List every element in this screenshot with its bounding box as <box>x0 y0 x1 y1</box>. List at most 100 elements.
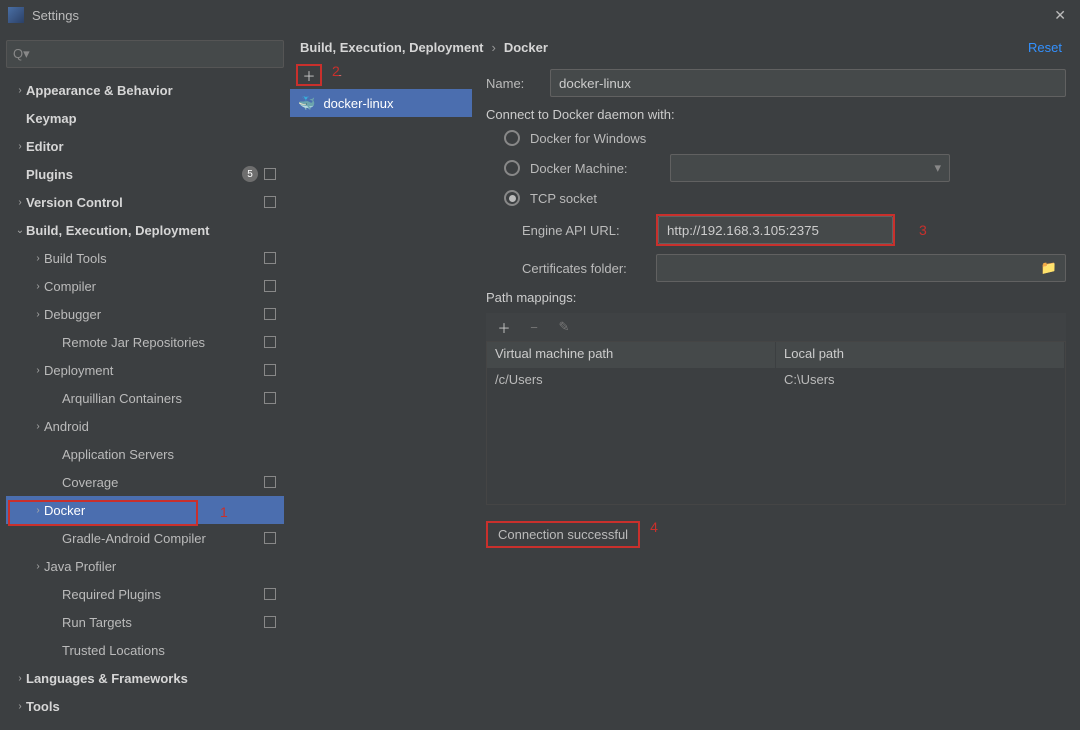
tree-item-editor[interactable]: ›Editor <box>6 132 284 160</box>
tree-item-label: Appearance & Behavior <box>26 83 276 98</box>
splitter: ＋ − 2 🐳 docker-linux Name: Connect to Do… <box>290 61 1080 730</box>
path-mappings-toolbar: ＋ − ✎ <box>486 313 1066 341</box>
path-mappings-label: Path mappings: <box>486 290 1066 305</box>
tree-item-build-execution-deployment[interactable]: ⌄Build, Execution, Deployment <box>6 216 284 244</box>
radio-docker-windows-label: Docker for Windows <box>530 131 646 146</box>
sidebar: Q▾ ›Appearance & BehaviorKeymap›EditorPl… <box>0 30 290 730</box>
titlebar: Settings ✕ <box>0 0 1080 30</box>
expand-arrow-icon: › <box>32 421 44 432</box>
radio-tcp-socket-label: TCP socket <box>530 191 597 206</box>
tree-item-languages-frameworks[interactable]: ›Languages & Frameworks <box>6 664 284 692</box>
expand-arrow-icon: › <box>32 365 44 376</box>
annotation-3: 3 <box>919 222 927 238</box>
pm-cell-vm: /c/Users <box>487 368 776 394</box>
settings-search[interactable]: Q▾ <box>6 40 284 68</box>
pm-remove-button[interactable]: − <box>524 317 544 337</box>
tree-item-label: Compiler <box>44 279 264 294</box>
radio-docker-machine[interactable] <box>504 160 520 176</box>
expand-arrow-icon: › <box>32 561 44 572</box>
tree-item-version-control[interactable]: ›Version Control <box>6 188 284 216</box>
tree-item-label: Required Plugins <box>62 587 264 602</box>
cert-folder-input[interactable]: 📁 <box>656 254 1066 282</box>
cert-folder-label: Certificates folder: <box>522 261 642 276</box>
tree-item-run-targets[interactable]: Run Targets <box>6 608 284 636</box>
tree-item-trusted-locations[interactable]: Trusted Locations <box>6 636 284 664</box>
radio-tcp-socket[interactable] <box>504 190 520 206</box>
docker-machine-select[interactable]: ▾ <box>670 154 950 182</box>
name-input[interactable] <box>550 69 1066 97</box>
path-mappings-table: Virtual machine path Local path /c/Users… <box>486 341 1066 505</box>
breadcrumb-current: Docker <box>504 40 548 55</box>
breadcrumb: Build, Execution, Deployment › Docker Re… <box>290 30 1080 61</box>
docker-item-label: docker-linux <box>323 96 393 111</box>
expand-arrow-icon: › <box>14 85 26 96</box>
tree-item-gradle-android-compiler[interactable]: Gradle-Android Compiler <box>6 524 284 552</box>
tree-item-java-profiler[interactable]: ›Java Profiler <box>6 552 284 580</box>
settings-tree: ›Appearance & BehaviorKeymap›EditorPlugi… <box>6 76 284 724</box>
docker-list-panel: ＋ − 2 🐳 docker-linux <box>290 61 472 730</box>
annotation-2: 2 <box>332 63 340 79</box>
pm-add-button[interactable]: ＋ <box>494 317 514 337</box>
folder-icon: 📁 <box>1041 260 1057 276</box>
reset-button[interactable]: Reset <box>1028 40 1062 55</box>
expand-arrow-icon: ⌄ <box>14 225 26 236</box>
expand-arrow-icon: › <box>32 253 44 264</box>
scope-icon <box>264 168 276 180</box>
pm-empty-area <box>487 394 1065 504</box>
tree-item-keymap[interactable]: Keymap <box>6 104 284 132</box>
expand-arrow-icon: › <box>32 309 44 320</box>
tree-item-plugins[interactable]: Plugins5 <box>6 160 284 188</box>
tree-item-remote-jar-repositories[interactable]: Remote Jar Repositories <box>6 328 284 356</box>
breadcrumb-parent[interactable]: Build, Execution, Deployment <box>300 40 483 55</box>
annotation-4: 4 <box>650 519 658 535</box>
radio-docker-machine-label: Docker Machine: <box>530 161 660 176</box>
tree-item-label: Version Control <box>26 195 264 210</box>
main: Q▾ ›Appearance & BehaviorKeymap›EditorPl… <box>0 30 1080 730</box>
pm-edit-button[interactable]: ✎ <box>554 317 574 337</box>
tree-item-debugger[interactable]: ›Debugger <box>6 300 284 328</box>
tree-item-label: Deployment <box>44 363 264 378</box>
add-button[interactable]: ＋ <box>296 64 322 86</box>
tree-item-deployment[interactable]: ›Deployment <box>6 356 284 384</box>
tree-item-build-tools[interactable]: ›Build Tools <box>6 244 284 272</box>
tree-item-label: Java Profiler <box>44 559 276 574</box>
name-label: Name: <box>486 76 536 91</box>
connection-status: Connection successful <box>486 521 640 548</box>
content: Build, Execution, Deployment › Docker Re… <box>290 30 1080 730</box>
close-button[interactable]: ✕ <box>1048 7 1072 24</box>
expand-arrow-icon: › <box>14 141 26 152</box>
tree-item-label: Gradle-Android Compiler <box>62 531 264 546</box>
scope-icon <box>264 588 276 600</box>
pm-col-local: Local path <box>776 342 1065 368</box>
tree-item-required-plugins[interactable]: Required Plugins <box>6 580 284 608</box>
scope-icon <box>264 308 276 320</box>
tree-item-label: Plugins <box>26 167 242 182</box>
scope-icon <box>264 392 276 404</box>
tree-item-coverage[interactable]: Coverage <box>6 468 284 496</box>
scope-icon <box>264 336 276 348</box>
tree-item-compiler[interactable]: ›Compiler <box>6 272 284 300</box>
tree-item-appearance-behavior[interactable]: ›Appearance & Behavior <box>6 76 284 104</box>
scope-icon <box>264 252 276 264</box>
expand-arrow-icon: › <box>32 505 44 516</box>
tree-item-label: Tools <box>26 699 276 714</box>
badge: 5 <box>242 166 258 182</box>
tree-item-docker[interactable]: ›Docker <box>6 496 284 524</box>
scope-icon <box>264 364 276 376</box>
expand-arrow-icon: › <box>32 281 44 292</box>
docker-list-item[interactable]: 🐳 docker-linux <box>290 89 472 117</box>
search-icon: Q▾ <box>13 46 30 62</box>
expand-arrow-icon: › <box>14 197 26 208</box>
radio-docker-windows[interactable] <box>504 130 520 146</box>
pm-row[interactable]: /c/Users C:\Users <box>487 368 1065 394</box>
tree-item-label: Remote Jar Repositories <box>62 335 264 350</box>
tree-item-arquillian-containers[interactable]: Arquillian Containers <box>6 384 284 412</box>
tree-item-tools[interactable]: ›Tools <box>6 692 284 720</box>
tree-item-label: Debugger <box>44 307 264 322</box>
docker-icon: 🐳 <box>298 95 315 112</box>
tree-item-application-servers[interactable]: Application Servers <box>6 440 284 468</box>
tree-item-android[interactable]: ›Android <box>6 412 284 440</box>
engine-url-input[interactable] <box>658 216 893 244</box>
scope-icon <box>264 476 276 488</box>
scope-icon <box>264 196 276 208</box>
